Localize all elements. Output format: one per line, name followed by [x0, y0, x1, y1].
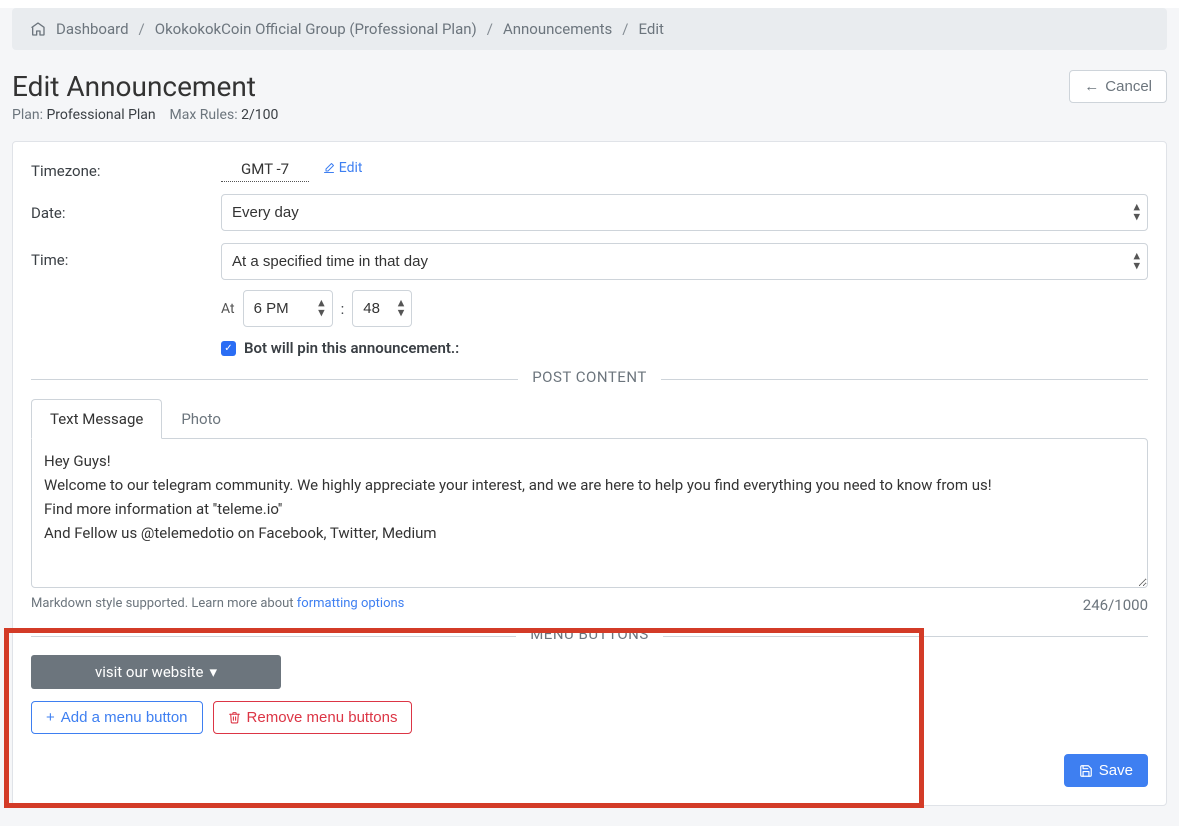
- time-mode-select[interactable]: At a specified time in that day: [221, 243, 1148, 280]
- remove-menu-label: Remove menu buttons: [247, 709, 398, 726]
- char-counter: 246/1000: [1083, 596, 1148, 614]
- save-icon: [1079, 764, 1093, 778]
- breadcrumb-dashboard[interactable]: Dashboard: [56, 20, 129, 38]
- caret-down-icon: ▾: [209, 663, 217, 681]
- menu-buttons-section: MENU BUTTONS visit our website ▾ + Add a…: [31, 636, 1148, 734]
- home-icon: [30, 21, 46, 37]
- breadcrumb-sep: /: [487, 20, 493, 38]
- save-label: Save: [1099, 762, 1133, 779]
- post-content-section: POST CONTENT Text Message Photo Markdown…: [31, 379, 1148, 614]
- edit-icon: [323, 162, 335, 174]
- menu-button-chip-label: visit our website: [95, 663, 203, 681]
- timezone-value: GMT -7: [221, 160, 309, 182]
- at-label: At: [221, 301, 235, 317]
- maxrules-label: Max Rules:: [170, 107, 242, 123]
- breadcrumb: Dashboard / OkokokokCoin Official Group …: [12, 8, 1167, 50]
- tab-photo[interactable]: Photo: [162, 399, 240, 439]
- maxrules-value: 2/100: [241, 107, 278, 123]
- form-card: Timezone: GMT -7 Edit Date: Every day ▴▾: [12, 141, 1167, 806]
- breadcrumb-group[interactable]: OkokokokCoin Official Group (Professiona…: [155, 20, 477, 38]
- pin-label: Bot will pin this announcement.:: [244, 339, 459, 357]
- breadcrumb-announcements[interactable]: Announcements: [503, 20, 612, 38]
- date-select[interactable]: Every day: [221, 194, 1148, 231]
- date-label: Date:: [31, 204, 221, 222]
- menu-buttons-heading: MENU BUTTONS: [516, 625, 663, 643]
- plan-label: Plan:: [12, 107, 46, 123]
- breadcrumb-sep: /: [139, 20, 145, 38]
- plus-icon: +: [46, 709, 55, 726]
- edit-timezone-link[interactable]: Edit: [323, 160, 363, 176]
- breadcrumb-sep: /: [622, 20, 628, 38]
- menu-button-chip[interactable]: visit our website ▾: [31, 655, 281, 689]
- formatting-options-link[interactable]: formatting options: [297, 596, 405, 611]
- time-label: Time:: [31, 243, 221, 269]
- page-title: Edit Announcement: [12, 70, 278, 103]
- cancel-label: Cancel: [1105, 78, 1152, 95]
- minute-select[interactable]: 48: [352, 290, 412, 327]
- add-menu-label: Add a menu button: [61, 709, 188, 726]
- breadcrumb-current: Edit: [638, 20, 663, 38]
- timezone-label: Timezone:: [31, 162, 221, 180]
- pin-checkbox[interactable]: ✓: [221, 341, 236, 356]
- tab-text-message[interactable]: Text Message: [31, 399, 162, 439]
- post-tabs: Text Message Photo: [31, 398, 1148, 438]
- trash-icon: [228, 711, 241, 724]
- cancel-button[interactable]: ← Cancel: [1069, 70, 1167, 103]
- remove-menu-buttons[interactable]: Remove menu buttons: [213, 701, 413, 734]
- time-sep: :: [341, 300, 345, 318]
- post-content-heading: POST CONTENT: [518, 368, 661, 386]
- edit-label: Edit: [339, 160, 363, 176]
- arrow-left-icon: ←: [1084, 78, 1099, 95]
- save-button[interactable]: Save: [1064, 754, 1148, 787]
- hour-select[interactable]: 6 PM: [243, 290, 333, 327]
- plan-value: Professional Plan: [46, 107, 155, 123]
- add-menu-button[interactable]: + Add a menu button: [31, 701, 203, 734]
- message-textarea[interactable]: [31, 438, 1148, 588]
- hint-text: Markdown style supported. Learn more abo…: [31, 596, 297, 611]
